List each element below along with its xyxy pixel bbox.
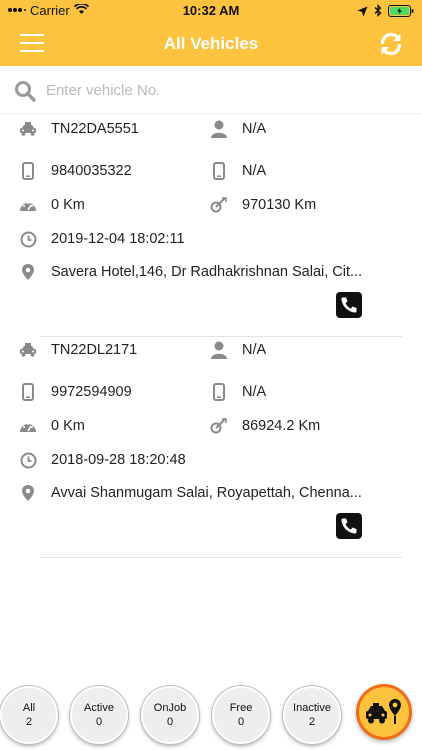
odometer-value: 86924.2 Km: [242, 418, 321, 434]
vehicle-map-button[interactable]: [356, 684, 412, 740]
call-button[interactable]: [336, 292, 362, 318]
filter-count: 0: [237, 716, 245, 728]
page-title: All Vehicles: [163, 34, 259, 53]
alt-phone-number: N/A: [242, 384, 267, 400]
location-pin-icon: [19, 263, 37, 281]
vehicle-number: TN22DL2171: [51, 342, 138, 358]
mobile-phone-icon: [210, 162, 228, 180]
filter-label: Inactive: [293, 702, 331, 714]
clock-icon: [19, 230, 37, 248]
vehicle-card[interactable]: TN22DL2171 N/A 9972594909 N/A 0 Km 86924…: [0, 335, 422, 559]
search-input[interactable]: [46, 78, 406, 102]
odometer-value: 970130 Km: [242, 197, 317, 213]
speed-value: 0 Km: [51, 197, 85, 213]
vehicle-row-address: Savera Hotel,146, Dr Radhakrishnan Salai…: [0, 257, 422, 287]
vehicle-row-distance: 0 Km 86924.2 Km: [0, 411, 422, 441]
filter-active-button[interactable]: Active 0: [70, 686, 128, 744]
search-icon: [14, 80, 36, 107]
card-divider: [40, 557, 402, 558]
odometer-icon: [210, 196, 228, 214]
refresh-icon: [380, 32, 402, 56]
mobile-phone-icon: [19, 383, 37, 401]
battery-icon: [388, 4, 414, 22]
nav-bar: All Vehicles: [0, 22, 422, 66]
location-pin-icon: [19, 484, 37, 502]
vehicle-card[interactable]: TN22DA5551 N/A 9840035322 N/A 0 Km 97013…: [0, 114, 422, 338]
filter-count: 2: [308, 716, 316, 728]
bluetooth-icon: [374, 3, 382, 22]
call-icon: [341, 518, 357, 534]
person-icon: [210, 341, 228, 359]
vehicle-row-time: 2018-09-28 18:20:48: [0, 445, 422, 475]
search-bar: [0, 66, 422, 114]
vehicle-row-number: TN22DL2171 N/A: [0, 335, 422, 365]
refresh-button[interactable]: [378, 31, 404, 57]
taxi-icon: [19, 120, 37, 138]
vehicle-row-time: 2019-12-04 18:02:11: [0, 224, 422, 254]
driver-name: N/A: [242, 342, 267, 358]
vehicle-number: TN22DA5551: [51, 121, 139, 137]
status-right: [357, 3, 414, 22]
clock-icon: [19, 451, 37, 469]
vehicle-row-phone: 9972594909 N/A: [0, 377, 422, 407]
filter-inactive-button[interactable]: Inactive 2: [283, 686, 341, 744]
person-icon: [210, 120, 228, 138]
call-button[interactable]: [336, 513, 362, 539]
driver-name: N/A: [242, 121, 267, 137]
vehicle-row-number: TN22DA5551 N/A: [0, 114, 422, 144]
mobile-phone-icon: [19, 162, 37, 180]
vehicle-row-address: Avvai Shanmugam Salai, Royapettah, Chenn…: [0, 478, 422, 508]
filter-free-button[interactable]: Free 0: [212, 686, 270, 744]
call-icon: [341, 297, 357, 313]
speedometer-icon: [19, 196, 37, 214]
filter-label: All: [22, 702, 36, 714]
vehicle-address: Avvai Shanmugam Salai, Royapettah, Chenn…: [51, 485, 362, 501]
taxi-location-icon: [366, 699, 401, 724]
filter-count: 0: [95, 716, 103, 728]
vehicle-row-distance: 0 Km 970130 Km: [0, 190, 422, 220]
odometer-icon: [210, 417, 228, 435]
filter-label: Free: [229, 702, 253, 714]
filter-label: Active: [84, 702, 114, 714]
phone-number[interactable]: 9972594909: [51, 384, 132, 400]
taxi-icon: [19, 341, 37, 359]
location-arrow-icon: [357, 4, 368, 22]
vehicle-row-phone: 9840035322 N/A: [0, 156, 422, 186]
mobile-phone-icon: [210, 383, 228, 401]
speedometer-icon: [19, 417, 37, 435]
filter-all-button[interactable]: All 2: [0, 686, 58, 744]
last-update-time: 2019-12-04 18:02:11: [51, 231, 185, 247]
filter-count: 2: [25, 716, 33, 728]
phone-number[interactable]: 9840035322: [51, 163, 132, 179]
status-bar: Carrier 10:32 AM: [0, 0, 422, 22]
alt-phone-number: N/A: [242, 163, 267, 179]
speed-value: 0 Km: [51, 418, 85, 434]
filter-count: 0: [166, 716, 174, 728]
vehicle-address: Savera Hotel,146, Dr Radhakrishnan Salai…: [51, 264, 363, 280]
filter-onjob-button[interactable]: OnJob 0: [141, 686, 199, 744]
filter-label: OnJob: [153, 702, 187, 714]
last-update-time: 2018-09-28 18:20:48: [51, 452, 186, 468]
